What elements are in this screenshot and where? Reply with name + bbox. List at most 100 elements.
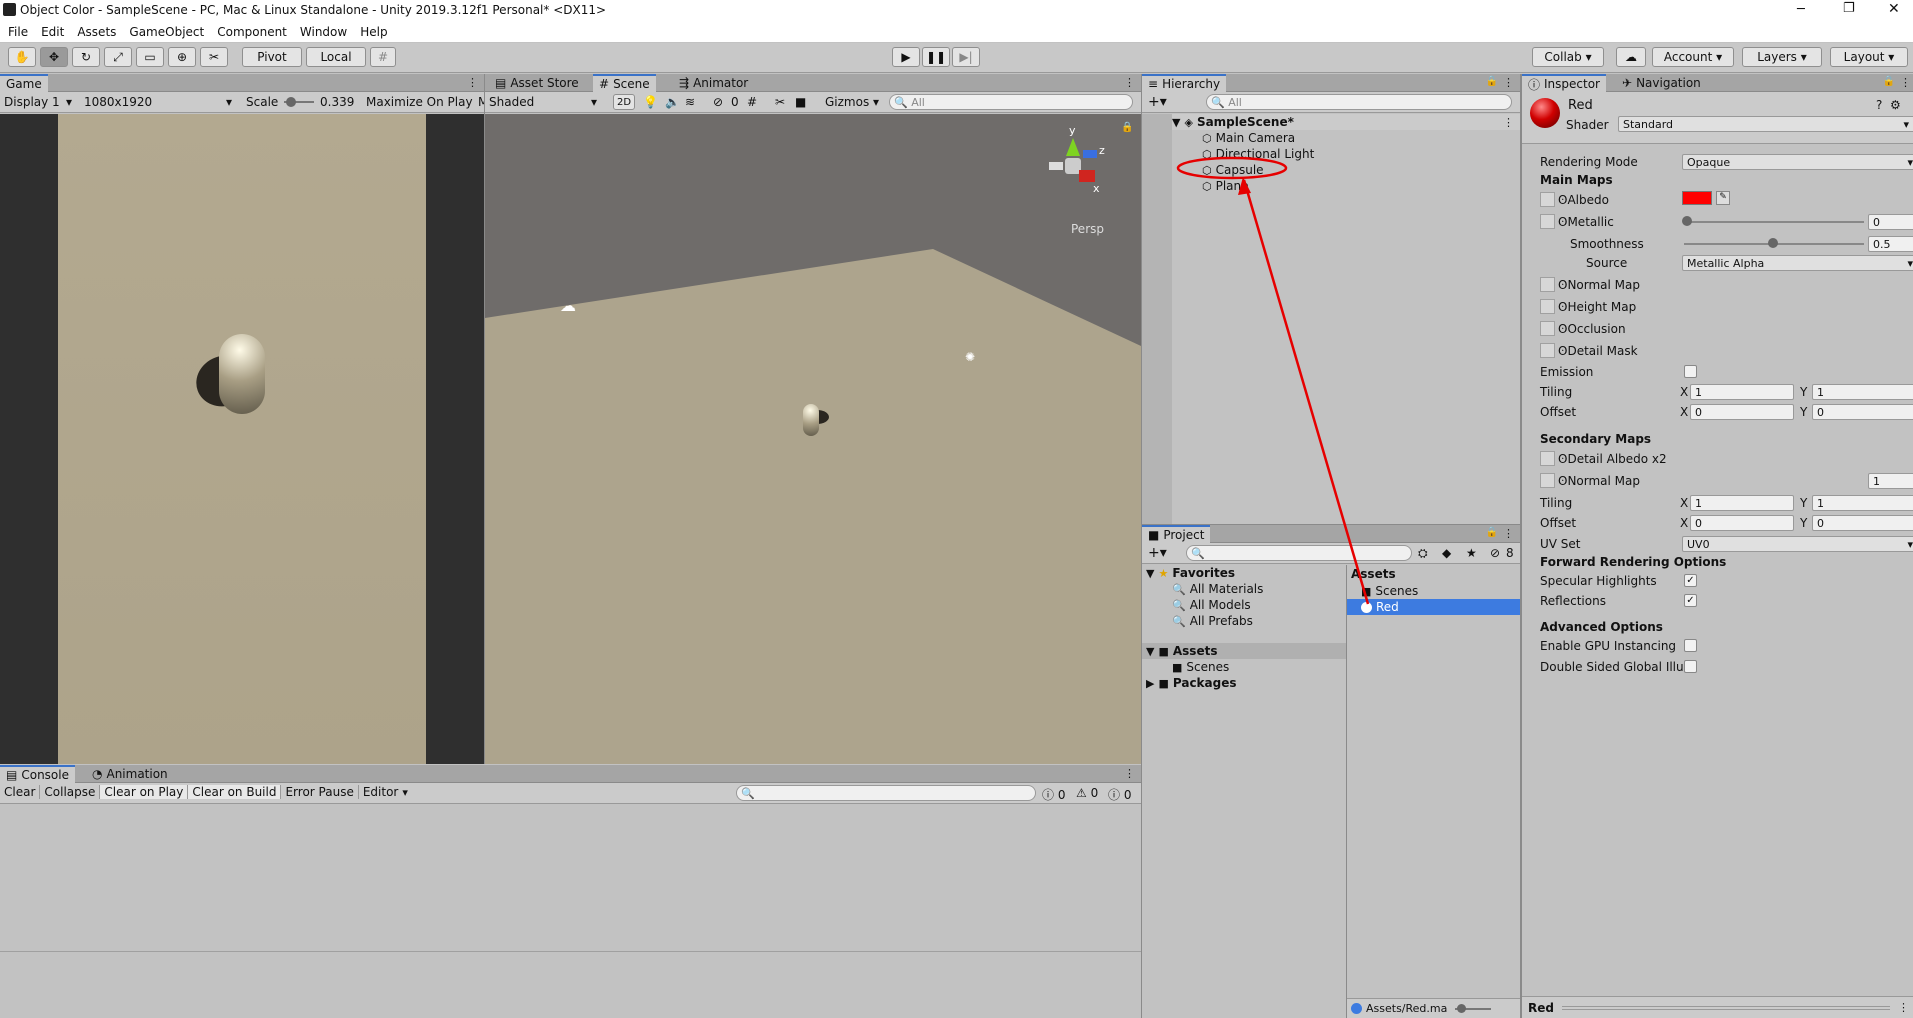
hierarchy-search-input[interactable]: 🔍 All	[1206, 94, 1512, 110]
tiling2-x-field[interactable]: 1	[1690, 495, 1794, 511]
hierarchy-item-directional-light[interactable]: ⬡ Directional Light	[1202, 146, 1314, 162]
help-icon[interactable]: ?	[1876, 98, 1882, 112]
hidden-packages-icon[interactable]: ⊘	[1490, 546, 1500, 560]
console-log-area[interactable]	[0, 805, 1141, 1018]
search-by-type-icon[interactable]: ⛭	[1418, 546, 1428, 561]
game-scene-split[interactable]	[484, 74, 485, 764]
tab-asset-store[interactable]: ▤ Asset Store	[489, 74, 585, 92]
persp-label[interactable]: Persp	[1071, 222, 1104, 236]
orientation-gizmo[interactable]: y z x	[1033, 124, 1113, 214]
gizmos-dropdown[interactable]: Gizmos	[825, 95, 869, 109]
clear-button[interactable]: Clear	[0, 785, 41, 799]
tab-project[interactable]: ■ Project	[1142, 525, 1211, 543]
smoothness-slider-thumb[interactable]	[1768, 238, 1778, 248]
detail-albedo-slot[interactable]	[1540, 451, 1555, 466]
tab-inspector[interactable]: ⓘ Inspector	[1522, 74, 1606, 92]
scale-tool-button[interactable]: ⤢	[104, 47, 132, 67]
tab-hierarchy[interactable]: ≡ Hierarchy	[1142, 74, 1227, 92]
display-dropdown[interactable]: Display 1	[4, 95, 60, 109]
menu-edit[interactable]: Edit	[41, 25, 64, 39]
console-search-input[interactable]: 🔍	[736, 785, 1036, 801]
lock-icon[interactable]: 🔒	[1883, 76, 1895, 87]
layers-button[interactable]: Layers ▾	[1742, 47, 1822, 67]
horizontal-split[interactable]	[1142, 524, 1520, 525]
local-button[interactable]: Local	[306, 47, 366, 67]
icon-size-slider[interactable]	[1455, 1003, 1492, 1013]
offset-y-field[interactable]: 0	[1812, 404, 1913, 420]
double-sided-gi-checkbox[interactable]	[1684, 660, 1697, 673]
gpu-instancing-checkbox[interactable]	[1684, 639, 1697, 652]
play-button[interactable]: ▶	[892, 47, 920, 67]
info-count[interactable]: ⓘ 0	[1042, 786, 1065, 803]
tools-icon[interactable]: ✂	[775, 95, 785, 109]
grid-snap-button[interactable]: #	[370, 47, 396, 67]
error-pause-button[interactable]: Error Pause	[281, 785, 359, 799]
menu-assets[interactable]: Assets	[77, 25, 116, 39]
vertical-split[interactable]	[1141, 74, 1142, 1018]
clear-on-build-button[interactable]: Clear on Build	[188, 785, 282, 799]
effects-icon[interactable]: ≋	[685, 95, 695, 109]
offset2-x-field[interactable]: 0	[1690, 515, 1794, 531]
account-button[interactable]: Account ▾	[1652, 47, 1734, 67]
scene-search-input[interactable]: 🔍 All	[889, 94, 1133, 110]
audio-icon[interactable]: 🔈	[665, 95, 680, 109]
detail-mask-slot[interactable]	[1540, 343, 1555, 358]
shader-dropdown[interactable]: Standard ▾	[1618, 116, 1913, 132]
collapse-button[interactable]: Collapse	[40, 785, 101, 799]
metallic-slider-thumb[interactable]	[1682, 216, 1692, 226]
maximize-button[interactable]: ❐	[1843, 1, 1855, 16]
project-search-input[interactable]: 🔍	[1186, 545, 1412, 561]
rendering-mode-dropdown[interactable]: Opaque ▾	[1682, 154, 1913, 170]
minimize-button[interactable]: ─	[1797, 2, 1805, 17]
warning-count[interactable]: ⚠ 0	[1076, 786, 1098, 800]
panel-menu-icon[interactable]: ⋮	[1900, 76, 1911, 89]
scene-view[interactable]: ☁ ✺ y z x Persp 🔒	[485, 114, 1141, 764]
favorite-item[interactable]: 🔍 All Prefabs	[1172, 613, 1253, 629]
height-map-slot[interactable]	[1540, 299, 1555, 314]
game-view[interactable]	[0, 114, 484, 764]
lock-icon[interactable]: 🔒	[1486, 76, 1498, 87]
metallic-texture-slot[interactable]	[1540, 214, 1555, 229]
custom-tool-button[interactable]: ✂	[200, 47, 228, 67]
panel-menu-icon[interactable]: ⋮	[467, 76, 478, 89]
preview-drag-bar[interactable]	[1561, 1005, 1890, 1010]
tiling2-y-field[interactable]: 1	[1812, 495, 1913, 511]
favorites-row[interactable]: ▼ ★ Favorites	[1146, 565, 1235, 581]
source-dropdown[interactable]: Metallic Alpha ▾	[1682, 255, 1913, 271]
albedo-texture-slot[interactable]	[1540, 192, 1555, 207]
error-count[interactable]: ⓘ 0	[1108, 786, 1131, 803]
occlusion-slot[interactable]	[1540, 321, 1555, 336]
menu-gameobject[interactable]: GameObject	[129, 25, 204, 39]
panel-menu-icon[interactable]: ⋮	[1503, 76, 1514, 89]
2d-toggle[interactable]: 2D	[613, 94, 635, 110]
tab-game[interactable]: Game	[0, 74, 48, 92]
emission-checkbox[interactable]	[1684, 365, 1697, 378]
smoothness-value-field[interactable]: 0.5	[1868, 236, 1913, 252]
hand-tool-button[interactable]: ✋	[8, 47, 36, 67]
menu-component[interactable]: Component	[217, 25, 287, 39]
eyedropper-icon[interactable]: ✎	[1716, 191, 1730, 205]
favorite-item[interactable]: 🔍 All Materials	[1172, 581, 1263, 597]
hierarchy-item-capsule[interactable]: ⬡ Capsule	[1202, 162, 1264, 178]
pause-button[interactable]: ❚❚	[922, 47, 950, 67]
lighting-icon[interactable]: 💡	[643, 95, 658, 109]
preset-icon[interactable]: ⚙	[1890, 98, 1901, 112]
layout-button[interactable]: Layout ▾	[1830, 47, 1908, 67]
lock-icon[interactable]: 🔒	[1486, 527, 1498, 538]
rotate-tool-button[interactable]: ↻	[72, 47, 100, 67]
tab-console[interactable]: ▤ Console	[0, 765, 75, 783]
panel-menu-icon[interactable]: ⋮	[1124, 76, 1135, 89]
hierarchy-item-plane[interactable]: ⬡ Plane	[1202, 178, 1249, 194]
packages-folder-row[interactable]: ▶ ■ Packages	[1146, 675, 1237, 691]
menu-help[interactable]: Help	[360, 25, 387, 39]
tab-scene[interactable]: # Scene	[593, 74, 656, 92]
scene-root-row[interactable]: ▼ ◈ SampleScene* ⋮	[1172, 114, 1520, 130]
menu-window[interactable]: Window	[300, 25, 347, 39]
normal-map-slot[interactable]	[1540, 277, 1555, 292]
offset2-y-field[interactable]: 0	[1812, 515, 1913, 531]
favorite-item[interactable]: 🔍 All Models	[1172, 597, 1251, 613]
maximize-on-play-toggle[interactable]: Maximize On Play	[366, 95, 473, 109]
uv-set-dropdown[interactable]: UV0 ▾	[1682, 536, 1913, 552]
hierarchy-item-main-camera[interactable]: ⬡ Main Camera	[1202, 130, 1295, 146]
assets-folder-row[interactable]: ▼ ■ Assets	[1142, 643, 1346, 659]
